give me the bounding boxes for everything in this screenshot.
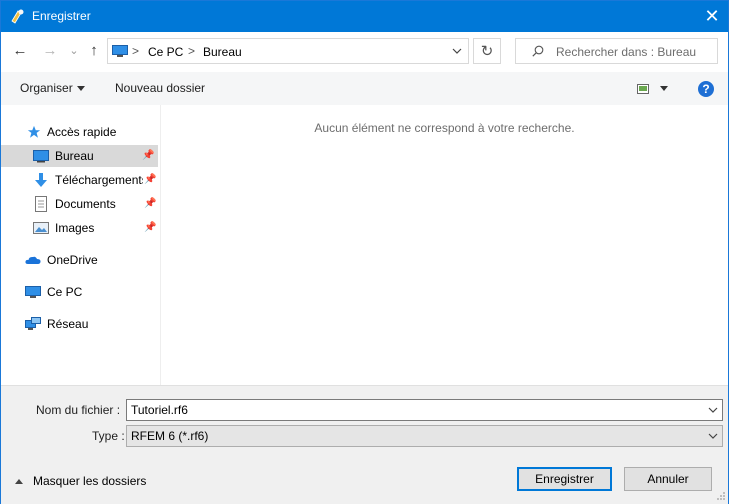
desktop-icon (33, 150, 49, 163)
window-title: Enregistrer (32, 9, 91, 23)
documents-icon (35, 196, 47, 212)
refresh-button[interactable]: ↻ (473, 38, 501, 64)
chevron-down-icon: ⌄ (69, 45, 79, 57)
refresh-icon: ↻ (480, 43, 494, 60)
hide-folders-label: Masquer les dossiers (33, 474, 147, 488)
images-icon (33, 222, 49, 234)
empty-results-message: Aucun élément ne correspond à votre rech… (314, 121, 575, 135)
pin-icon: 📌 (144, 198, 157, 209)
resize-grip-icon[interactable] (716, 491, 726, 501)
cancel-button[interactable]: Annuler (624, 467, 712, 491)
up-arrow-icon: ↑ (90, 42, 98, 59)
hide-folders-toggle[interactable]: Masquer les dossiers (15, 474, 146, 488)
sidebar-item-label: Téléchargements (55, 173, 143, 187)
sidebar-item-images[interactable]: Images 📌 (33, 217, 158, 239)
search-input[interactable]: Rechercher dans : Bureau (556, 45, 696, 59)
breadcrumb-separator: > (132, 44, 140, 58)
navigation-pane: Accès rapide Bureau 📌 Téléchargements 📌 (1, 105, 161, 385)
onedrive-icon (25, 256, 41, 264)
sidebar-item-quick-access[interactable]: Accès rapide (27, 121, 157, 143)
star-icon (27, 125, 41, 138)
pin-icon: 📌 (142, 150, 155, 161)
sidebar-item-network[interactable]: Réseau (25, 313, 155, 335)
back-button[interactable]: ← (11, 42, 29, 60)
close-button[interactable]: ✕ (696, 1, 728, 32)
breadcrumb-this-pc[interactable]: Ce PC (148, 45, 183, 59)
breadcrumb-separator: > (188, 44, 196, 58)
sidebar-item-this-pc[interactable]: Ce PC (25, 281, 155, 303)
recent-locations-button[interactable]: ⌄ (65, 42, 83, 60)
caret-down-icon[interactable] (77, 86, 85, 91)
pin-icon: 📌 (144, 222, 157, 233)
address-bar[interactable]: > Ce PC > Bureau (107, 38, 469, 64)
save-dialog: Enregistrer ✕ ← → ⌄ ↑ > Ce PC > Bureau ↻… (0, 0, 729, 504)
search-icon (532, 45, 544, 57)
file-type-value: RFEM 6 (*.rf6) (131, 429, 209, 443)
organize-button[interactable]: Organiser (20, 81, 73, 95)
sidebar-item-label: OneDrive (47, 253, 98, 267)
title-bar: Enregistrer ✕ (1, 1, 728, 32)
filename-label: Nom du fichier : (36, 403, 121, 417)
help-icon[interactable]: ? (698, 81, 714, 97)
back-arrow-icon: ← (12, 42, 28, 59)
navigation-bar: ← → ⌄ ↑ > Ce PC > Bureau ↻ Rechercher da… (1, 32, 728, 72)
up-button[interactable]: ↑ (85, 42, 103, 60)
sidebar-item-label: Images (55, 221, 95, 235)
sidebar-item-onedrive[interactable]: OneDrive (25, 249, 155, 271)
download-icon (35, 173, 47, 187)
file-type-select[interactable]: RFEM 6 (*.rf6) (126, 425, 723, 447)
close-icon: ✕ (704, 6, 720, 26)
network-icon (25, 317, 41, 330)
command-toolbar: Organiser Nouveau dossier ? (1, 72, 728, 106)
filename-input[interactable]: Tutoriel.rf6 (126, 399, 723, 421)
save-button[interactable]: Enregistrer (517, 467, 612, 491)
forward-arrow-icon: → (42, 42, 58, 59)
file-list-area[interactable]: Aucun élément ne correspond à votre rech… (161, 105, 728, 385)
pin-icon: 📌 (144, 174, 157, 185)
view-options-icon[interactable] (637, 84, 649, 94)
sidebar-item-label: Bureau (55, 149, 94, 163)
chevron-down-icon[interactable] (708, 432, 718, 440)
sidebar-item-documents[interactable]: Documents 📌 (33, 193, 158, 215)
type-label: Type : (92, 429, 125, 443)
search-box[interactable]: Rechercher dans : Bureau (515, 38, 718, 64)
sidebar-item-label: Documents (55, 197, 116, 211)
app-icon (11, 9, 24, 24)
new-folder-button[interactable]: Nouveau dossier (115, 81, 205, 95)
sidebar-item-label: Réseau (47, 317, 89, 331)
view-caret-icon[interactable] (660, 86, 668, 91)
chevron-down-icon[interactable] (708, 406, 718, 414)
computer-icon (112, 45, 128, 57)
sidebar-item-label: Ce PC (47, 285, 83, 299)
breadcrumb-desktop[interactable]: Bureau (203, 45, 242, 59)
chevron-down-icon[interactable] (452, 46, 462, 56)
forward-button[interactable]: → (41, 42, 59, 60)
caret-up-icon (15, 478, 23, 484)
sidebar-item-downloads[interactable]: Téléchargements 📌 (33, 169, 158, 191)
sidebar-item-label: Accès rapide (47, 125, 117, 139)
computer-icon (25, 286, 41, 298)
filename-value: Tutoriel.rf6 (131, 403, 188, 417)
sidebar-item-desktop[interactable]: Bureau 📌 (1, 145, 158, 167)
